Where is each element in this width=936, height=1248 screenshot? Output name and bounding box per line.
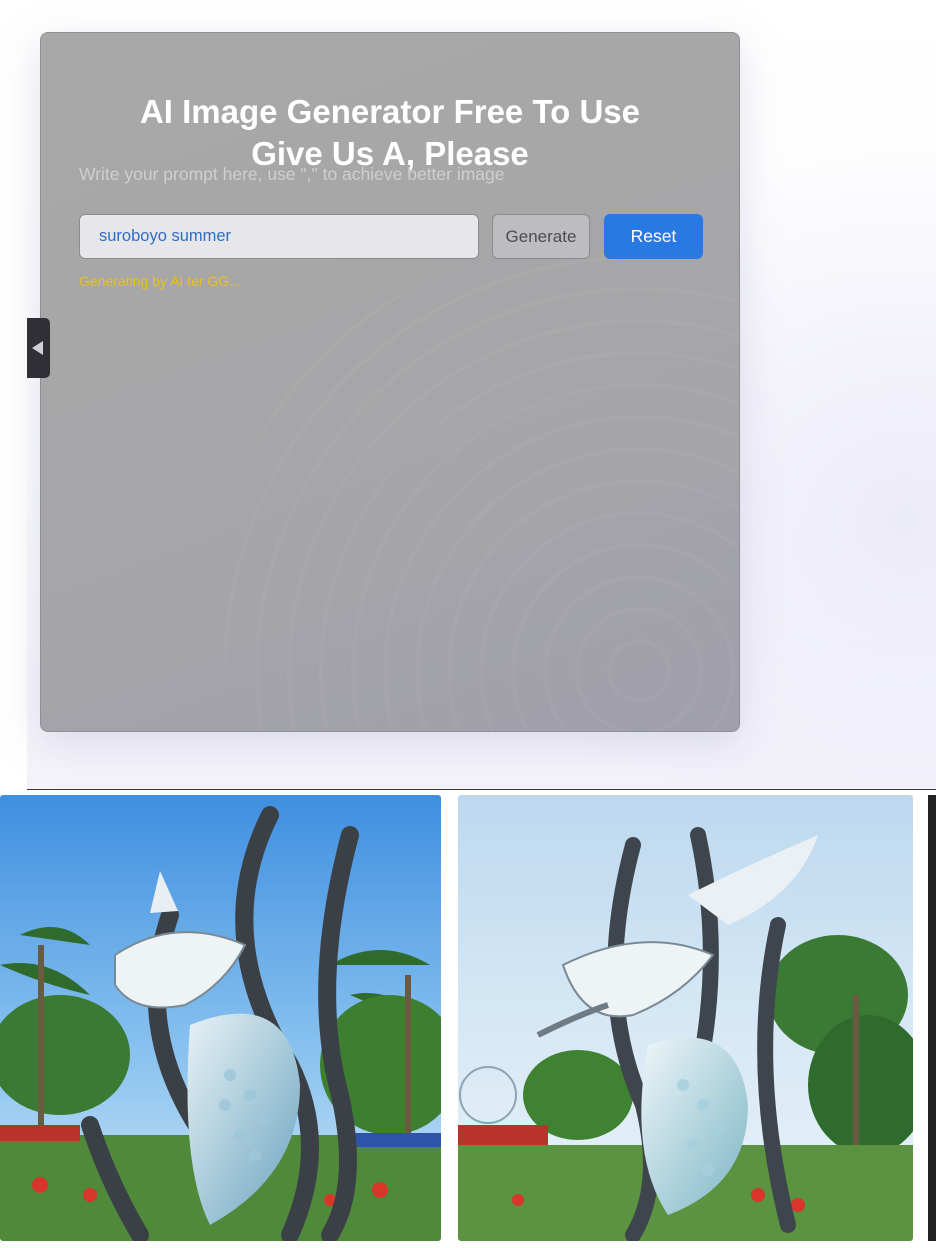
divider [27,789,936,790]
generate-button[interactable]: Generate [492,214,590,259]
generator-card: AI Image Generator Free To Use Give Us A… [40,32,740,732]
generated-image-3[interactable] [928,795,936,1241]
status-text: Generating by AI ter GG... [79,273,241,289]
sidebar-toggle-button[interactable] [27,318,50,378]
page-title: AI Image Generator Free To Use Give Us A… [41,91,739,175]
prompt-hint: Write your prompt here, use "," to achie… [79,164,505,184]
title-line-1: AI Image Generator Free To Use [139,93,641,130]
generated-image-2[interactable] [458,795,913,1241]
reset-button[interactable]: Reset [604,214,703,259]
generated-image-1[interactable] [0,795,441,1241]
prompt-input[interactable]: suroboyo summer [79,214,479,259]
card-decoration [219,251,739,731]
